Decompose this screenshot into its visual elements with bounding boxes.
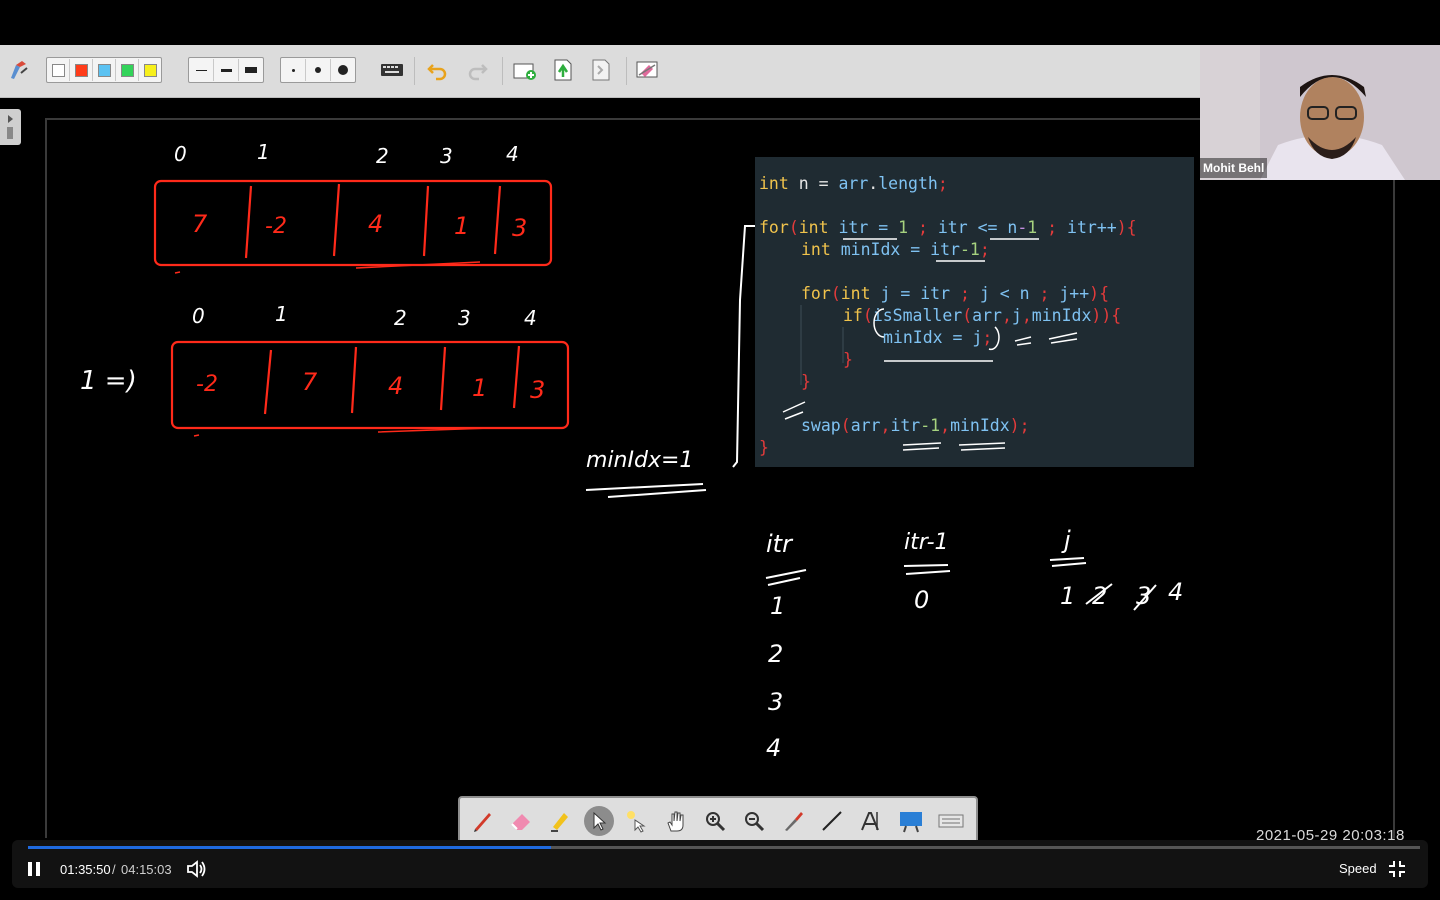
itr-minus-one-value: 0 [914,586,930,614]
itr-value: 3 [768,688,784,716]
pass-label: 1 =) [80,366,137,396]
array-cell-value: 7 [302,368,318,396]
zoom-in-icon[interactable] [700,806,730,836]
array-cell-value: -2 [196,372,218,397]
total-time: 04:15:03 [121,862,172,877]
pen-tool-icon[interactable] [468,806,498,836]
time-separator: / [112,862,116,877]
min-index-label: minIdx=1 [586,448,694,473]
j-column-header: j [1064,526,1071,554]
zoom-out-icon[interactable] [739,806,769,836]
itr-minus-one-header: itr-1 [904,530,949,555]
itr-column-header: itr [766,530,792,558]
array-box-top [153,179,553,267]
array-cell-value: 7 [192,210,208,238]
speed-button[interactable]: Speed [1339,861,1377,876]
array-cell-value: 1 [472,374,488,402]
index-label: 3 [440,144,453,168]
index-label: 2 [394,306,407,330]
presenter-name: Mohit Behl [1200,158,1268,178]
array-box-bottom [170,340,570,430]
array-cell-value: 4 [388,372,404,400]
array-cell-value: -2 [265,214,287,239]
volume-icon [187,860,206,878]
keyboard-input-icon[interactable] [936,806,966,836]
pause-icon [28,862,40,876]
drawing-tools-bar [458,796,978,846]
current-time: 01:35:50 [60,862,111,877]
itr-value: 1 [770,592,786,620]
exit-fullscreen-icon [1389,861,1405,877]
index-label: 0 [174,142,187,166]
hand-tool-icon[interactable] [661,806,691,836]
itr-value: 4 [766,734,782,762]
index-label: 1 [257,140,270,164]
array-cell-value: 3 [530,376,546,404]
exit-fullscreen-button[interactable] [1388,860,1406,883]
array-cell-value: 1 [454,212,470,240]
highlighter-tool-icon[interactable] [545,806,575,836]
index-label: 3 [458,306,471,330]
text-tool-icon[interactable] [856,806,886,836]
underline-minidx [585,483,707,498]
index-label: 4 [524,306,537,330]
pointer-tool-icon[interactable] [584,806,614,836]
eraser-tool-icon[interactable] [506,806,536,836]
index-label: 1 [275,302,288,326]
index-label: 4 [506,142,519,166]
laser-pointer-icon[interactable] [622,806,652,836]
volume-button[interactable] [186,859,208,884]
bracket-line [732,225,757,468]
progress-bar-fill [28,846,552,849]
index-label: 2 [376,144,389,168]
j-value: 3 [1136,582,1152,610]
code-annotations [782,238,1078,451]
itr-value: 2 [768,640,784,668]
index-label: 0 [192,304,205,328]
array-cell-value: 4 [368,210,384,238]
code-snippet: int n = arr.length; for(int itr = 1 ; it… [755,157,1194,467]
j-value: 2 [1092,582,1108,610]
brush-tool-icon[interactable] [778,806,808,836]
pause-button[interactable] [26,860,42,883]
array-cell-value: 3 [512,214,528,242]
line-tool-icon[interactable] [817,806,847,836]
whiteboard-color-icon[interactable] [896,806,926,836]
j-value: 1 [1060,582,1076,610]
j-value: 4 [1168,578,1184,606]
